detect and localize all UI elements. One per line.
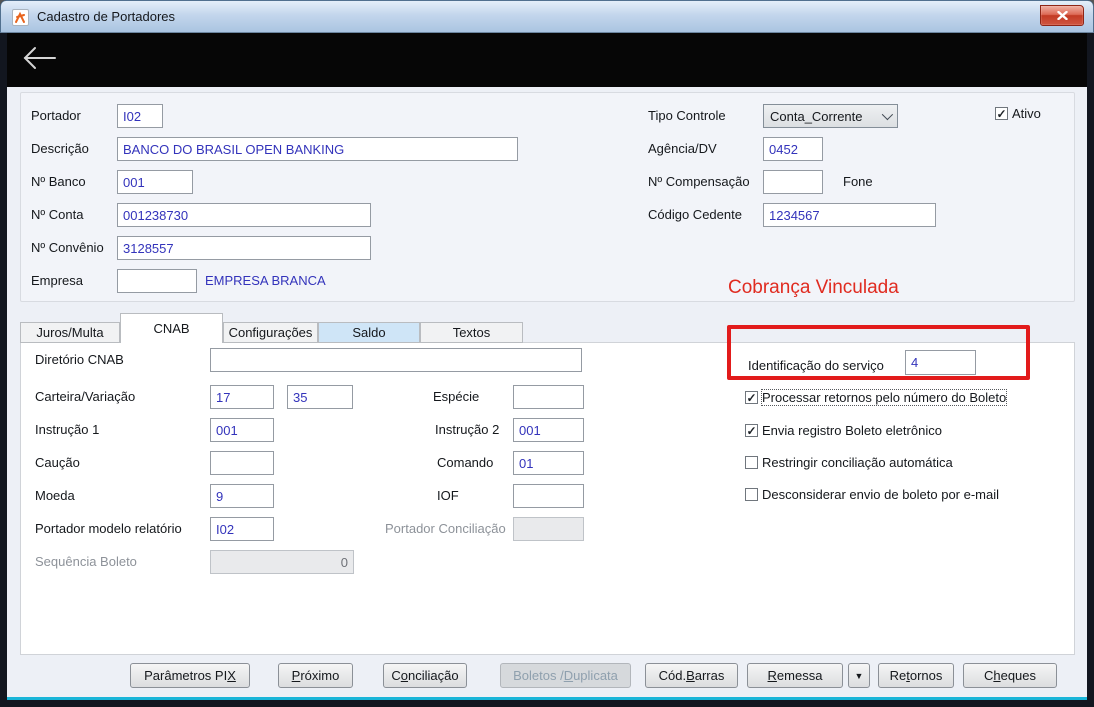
empresa-companion-text: EMPRESA BRANCA (205, 273, 326, 288)
portador-input[interactable] (117, 104, 163, 128)
checkbox-label: Desconsiderar envio de boleto por e-mail (762, 487, 1000, 502)
tipo-controle-label: Tipo Controle (648, 108, 726, 123)
portador-conciliacao-label: Portador Conciliação (385, 521, 506, 536)
sequencia-boleto-input (210, 550, 354, 574)
close-button[interactable] (1040, 5, 1084, 26)
tab-cnab[interactable]: CNAB (120, 313, 223, 343)
portador-modelo-label: Portador modelo relatório (35, 521, 182, 536)
moeda-input[interactable] (210, 484, 274, 508)
tab-textos[interactable]: Textos (420, 322, 523, 343)
remessa-dropdown-button[interactable]: ▼ (848, 663, 870, 688)
annotation-cobranca-vinculada: Cobrança Vinculada (728, 277, 899, 298)
comando-label: Comando (437, 455, 494, 470)
portador-modelo-input[interactable] (210, 517, 274, 541)
instrucao1-label: Instrução 1 (35, 422, 100, 437)
num-convenio-input[interactable] (117, 236, 371, 260)
checkbox-icon: ✓ (745, 390, 758, 405)
iof-label: IOF (437, 488, 459, 503)
chevron-down-icon (881, 108, 894, 121)
empresa-input[interactable] (117, 269, 197, 293)
remessa-button[interactable]: Remessa (747, 663, 843, 688)
num-conta-input[interactable] (117, 203, 371, 227)
diretorio-cnab-label: Diretório CNAB (35, 352, 124, 367)
close-icon (1056, 11, 1068, 20)
checkbox-icon: ✓ (995, 106, 1008, 121)
checkbox-envia-registro[interactable]: ✓ Envia registro Boleto eletrônico (745, 423, 942, 438)
titlebar: Cadastro de Portadores (0, 0, 1094, 33)
empresa-label: Empresa (31, 273, 84, 288)
num-compensacao-input[interactable] (763, 170, 823, 194)
num-conta-label: Nº Conta (31, 207, 84, 222)
ativo-label: Ativo (1012, 106, 1041, 121)
back-button[interactable] (21, 43, 65, 75)
caucao-label: Caução (35, 455, 80, 470)
back-arrow-icon (23, 47, 56, 69)
instrucao2-input[interactable] (513, 418, 584, 442)
checkbox-restringir-conciliacao[interactable]: Restringir conciliação automática (745, 455, 953, 470)
cod-barras-button[interactable]: Cód. Barras (645, 663, 738, 688)
num-convenio-label: Nº Convênio (31, 240, 104, 255)
codigo-cedente-label: Código Cedente (648, 207, 742, 222)
variacao-input[interactable] (287, 385, 353, 409)
identificacao-servico-input[interactable] (905, 350, 976, 375)
window-bottom-glow (7, 697, 1087, 700)
comando-input[interactable] (513, 451, 584, 475)
carteira-input[interactable] (210, 385, 274, 409)
window: Cadastro de Portadores Portador I02 Desc… (0, 0, 1094, 707)
num-banco-label: Nº Banco (31, 174, 86, 189)
descricao-input[interactable] (117, 137, 518, 161)
moeda-label: Moeda (35, 488, 75, 503)
num-compensacao-label: Nº Compensação (648, 174, 750, 189)
identificacao-servico-label: Identificação do serviço (748, 358, 884, 373)
ativo-checkbox[interactable]: ✓ Ativo (995, 106, 1041, 121)
cheques-button[interactable]: Ch eques (963, 663, 1057, 688)
tab-juros-multa[interactable]: Juros/Multa (20, 322, 120, 343)
checkbox-label: Restringir conciliação automática (762, 455, 953, 470)
conciliacao-button[interactable]: Co nciliação (383, 663, 467, 688)
agencia-label: Agência/DV (648, 141, 717, 156)
checkbox-processar-retornos[interactable]: ✓ Processar retornos pelo número do Bole… (745, 389, 1008, 406)
tab-configuracoes[interactable]: Configurações (223, 322, 318, 343)
portador-conciliacao-input (513, 517, 584, 541)
caucao-input[interactable] (210, 451, 274, 475)
checkbox-icon (745, 488, 758, 501)
header-bar (7, 33, 1087, 87)
sequencia-boleto-label: Sequência Boleto (35, 554, 137, 569)
codigo-cedente-input[interactable] (763, 203, 936, 227)
checkbox-icon: ✓ (745, 423, 758, 438)
proximo-button[interactable]: Próximo (278, 663, 353, 688)
app-icon (12, 9, 29, 26)
especie-label: Espécie (433, 389, 480, 404)
tipo-controle-value: Conta_Corrente (770, 108, 863, 124)
agencia-input[interactable] (763, 137, 823, 161)
iof-input[interactable] (513, 484, 584, 508)
window-title: Cadastro de Portadores (37, 9, 176, 24)
instrucao1-input[interactable] (210, 418, 274, 442)
boletos-duplicata-button: Boletos / Duplicata (500, 663, 631, 688)
instrucao2-label: Instrução 2 (435, 422, 500, 437)
fone-label: Fone (843, 174, 873, 189)
descricao-label: Descrição (31, 141, 89, 156)
tab-saldo[interactable]: Saldo (318, 322, 420, 343)
tipo-controle-select[interactable]: Conta_Corrente (763, 104, 898, 128)
retornos-button[interactable]: Re t ornos (878, 663, 954, 688)
checkbox-desconsiderar-email[interactable]: Desconsiderar envio de boleto por e-mail (745, 487, 999, 502)
window-body: Portador Descrição Nº Banco Nº Conta Nº … (7, 33, 1087, 700)
dropdown-arrow-icon: ▼ (854, 670, 864, 681)
checkbox-label: Envia registro Boleto eletrônico (762, 423, 942, 438)
carteira-variacao-label: Carteira/Variação (35, 389, 136, 404)
portador-label: Portador (31, 108, 81, 123)
checkbox-label: Processar retornos pelo número do Boleto (760, 389, 1008, 406)
parametros-pix-button[interactable]: Parâmetros PI X (130, 663, 250, 688)
especie-input[interactable] (513, 385, 584, 409)
checkbox-icon (745, 456, 758, 469)
diretorio-cnab-input[interactable] (210, 348, 582, 372)
num-banco-input[interactable] (117, 170, 193, 194)
